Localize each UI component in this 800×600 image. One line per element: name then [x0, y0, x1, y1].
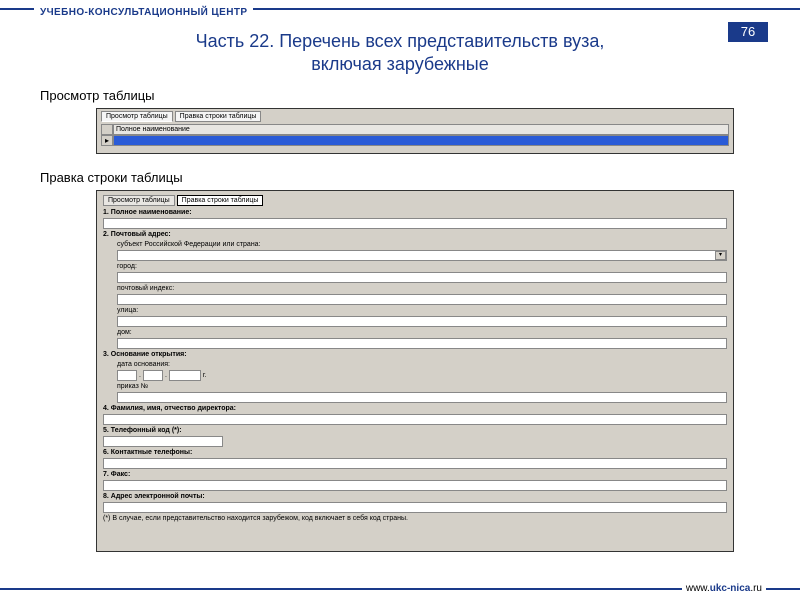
input-date-day[interactable]	[117, 370, 137, 381]
chevron-down-icon[interactable]: ▾	[715, 251, 726, 260]
label-phones: 6. Контактные телефоны:	[103, 449, 727, 457]
label-director: 4. Фамилия, имя, отчество директора:	[103, 405, 727, 413]
label-full-name: 1. Полное наименование:	[103, 209, 727, 217]
label-basis: 3. Основание открытия:	[103, 351, 727, 359]
select-subject[interactable]	[117, 250, 727, 261]
input-order-no[interactable]	[117, 392, 727, 403]
input-fax[interactable]	[103, 480, 727, 491]
page-title-line1: Часть 22. Перечень всех представительств…	[0, 30, 800, 53]
input-director[interactable]	[103, 414, 727, 425]
label-zip: почтовый индекс:	[117, 285, 727, 293]
table-view-panel: Просмотр таблицы Правка строки таблицы П…	[96, 108, 734, 154]
page-title: Часть 22. Перечень всех представительств…	[0, 30, 800, 77]
label-order: приказ №	[117, 383, 727, 391]
section-label-edit: Правка строки таблицы	[40, 170, 183, 185]
section-label-view: Просмотр таблицы	[40, 88, 155, 103]
input-date-year[interactable]	[169, 370, 201, 381]
footnote: (*) В случае, если представительство нах…	[103, 515, 727, 523]
header-org-box: УЧЕБНО-КОНСУЛЬТАЦИОННЫЙ ЦЕНТР	[34, 2, 253, 20]
col-full-name[interactable]: Полное наименование	[113, 124, 729, 135]
tab-edit-2[interactable]: Правка строки таблицы	[177, 195, 264, 206]
page-title-line2: включая зарубежные	[0, 53, 800, 76]
label-city: город:	[117, 263, 727, 271]
tab-view-2[interactable]: Просмотр таблицы	[103, 195, 175, 206]
date-sep-2: .	[165, 372, 167, 379]
footer-divider	[0, 588, 800, 590]
header-org-name: УЧЕБНО-КОНСУЛЬТАЦИОННЫЙ ЦЕНТР	[40, 7, 247, 18]
input-full-name[interactable]	[103, 218, 727, 229]
table-row[interactable]: ▸	[101, 135, 729, 146]
date-year-suffix: г.	[203, 372, 207, 379]
input-house[interactable]	[117, 338, 727, 349]
input-email[interactable]	[103, 502, 727, 513]
input-street[interactable]	[117, 316, 727, 327]
input-phones[interactable]	[103, 458, 727, 469]
footer-url: www.ukc-nica.ru	[686, 583, 762, 594]
ep-tabs: Просмотр таблицы Правка строки таблицы	[103, 195, 727, 206]
label-house: дом:	[117, 329, 727, 337]
row-marker-icon: ▸	[101, 135, 113, 146]
label-fax: 7. Факс:	[103, 471, 727, 479]
input-telcode[interactable]	[103, 436, 223, 447]
input-zip[interactable]	[117, 294, 727, 305]
tab-view[interactable]: Просмотр таблицы	[101, 111, 173, 122]
label-subject: субъект Российской Федерации или страна:	[117, 241, 727, 249]
cell-full-name[interactable]	[113, 135, 729, 146]
footer-url-box: www.ukc-nica.ru	[682, 578, 766, 596]
label-found-date: дата основания:	[117, 361, 727, 369]
label-email: 8. Адрес электронной почты:	[103, 493, 727, 501]
footer-url-main: ukc-nica	[710, 583, 751, 594]
select-subject-wrap: ▾	[103, 250, 727, 261]
input-city[interactable]	[117, 272, 727, 283]
date-sep-1: .	[139, 372, 141, 379]
row-selector-header[interactable]	[101, 124, 113, 135]
tab-edit[interactable]: Правка строки таблицы	[175, 111, 262, 122]
footer-url-prefix: www.	[686, 583, 710, 594]
footer-url-suffix: .ru	[750, 583, 762, 594]
date-row: . . г.	[117, 370, 727, 381]
table-header-row: Полное наименование	[101, 124, 729, 135]
label-telcode: 5. Телефонный код (*):	[103, 427, 727, 435]
input-date-month[interactable]	[143, 370, 163, 381]
tv-tabs: Просмотр таблицы Правка строки таблицы	[97, 109, 733, 122]
label-street: улица:	[117, 307, 727, 315]
label-postal: 2. Почтовый адрес:	[103, 231, 727, 239]
edit-row-panel: Просмотр таблицы Правка строки таблицы 1…	[96, 190, 734, 552]
